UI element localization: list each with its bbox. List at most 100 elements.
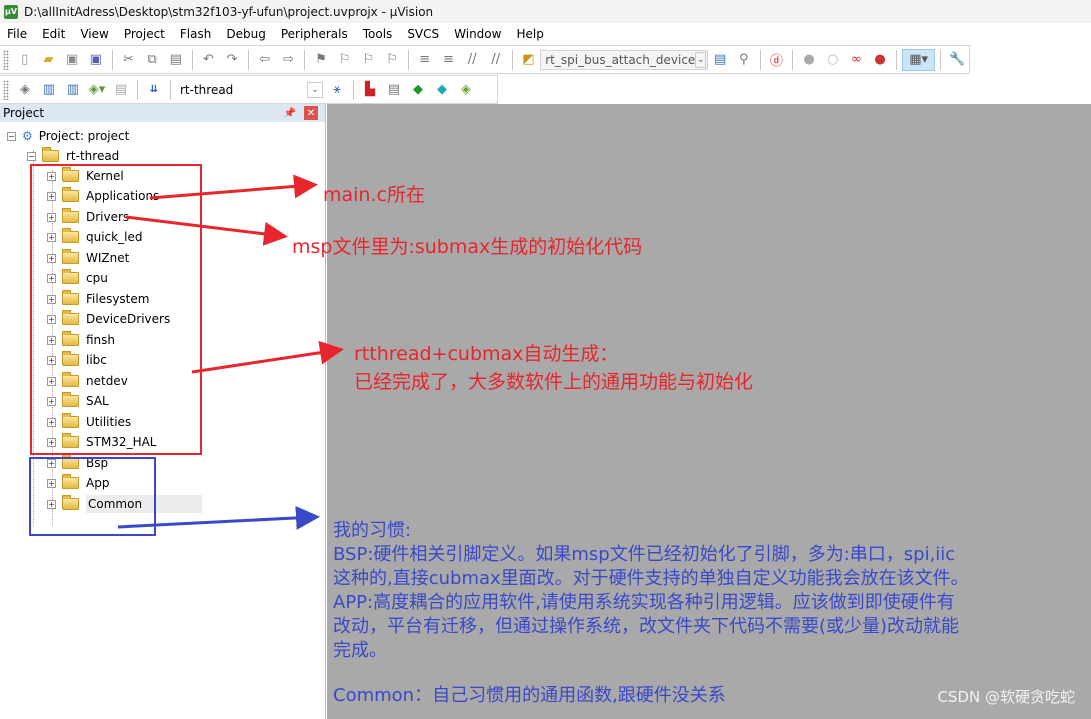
target-options-icon[interactable]: ⚹ bbox=[326, 79, 348, 101]
expand-icon[interactable]: + bbox=[47, 171, 56, 181]
disable-breakpoint-icon[interactable]: ○ bbox=[822, 49, 844, 71]
expand-icon[interactable]: + bbox=[47, 355, 56, 365]
expand-icon[interactable]: + bbox=[47, 499, 56, 509]
save-all-icon[interactable]: ▣ bbox=[85, 49, 107, 71]
menu-file[interactable]: File bbox=[0, 27, 35, 41]
configure-wrench-icon[interactable]: 🔧 bbox=[946, 49, 968, 71]
tree-group-sal[interactable]: + SAL bbox=[47, 391, 109, 411]
chevron-down-icon[interactable]: ⌄ bbox=[307, 81, 323, 98]
tree-group-filesystem[interactable]: + Filesystem bbox=[47, 289, 149, 309]
menu-peripherals[interactable]: Peripherals bbox=[274, 27, 356, 41]
menu-window[interactable]: Window bbox=[447, 27, 509, 41]
save-icon[interactable]: ▣ bbox=[61, 49, 83, 71]
find-icon[interactable]: ▤ bbox=[709, 49, 731, 71]
tree-target[interactable]: − rt-thread bbox=[27, 146, 119, 166]
tree-root[interactable]: − ⚙ Project: project bbox=[7, 126, 129, 146]
expand-icon[interactable]: + bbox=[47, 253, 56, 263]
tree-group-utilities[interactable]: + Utilities bbox=[47, 412, 131, 432]
tree-group-app[interactable]: + App bbox=[47, 473, 109, 493]
comment-icon[interactable]: // bbox=[461, 49, 483, 71]
target-select[interactable]: rt-thread ⌄ bbox=[175, 79, 325, 100]
expand-icon[interactable]: + bbox=[47, 478, 56, 488]
toolbar-grip[interactable] bbox=[3, 79, 9, 100]
debug-session-icon[interactable]: ⓓ bbox=[766, 49, 788, 71]
nav-forward-icon[interactable]: ⇨ bbox=[278, 49, 300, 71]
expand-icon[interactable]: + bbox=[47, 191, 56, 201]
menu-edit[interactable]: Edit bbox=[35, 27, 73, 41]
find-combo[interactable]: rt_spi_bus_attach_device ⌄ bbox=[540, 49, 709, 70]
menu-flash[interactable]: Flash bbox=[173, 27, 219, 41]
download-load-icon[interactable]: ⇊ bbox=[143, 79, 165, 101]
next-bookmark-icon[interactable]: ⚐ bbox=[358, 49, 380, 71]
prev-bookmark-icon[interactable]: ⚐ bbox=[334, 49, 356, 71]
unindent-icon[interactable]: ≡ bbox=[438, 49, 460, 71]
tree-group-kernel[interactable]: + Kernel bbox=[47, 166, 124, 186]
toolbar-grip[interactable] bbox=[3, 49, 9, 70]
software-packs-icon[interactable]: ◈ bbox=[455, 79, 477, 101]
open-folder-icon[interactable]: ▰ bbox=[38, 49, 60, 71]
stop-build-icon[interactable]: ▤ bbox=[110, 79, 132, 101]
paste-icon[interactable]: ▤ bbox=[165, 49, 187, 71]
undo-icon[interactable]: ↶ bbox=[198, 49, 220, 71]
tree-group-quick-led[interactable]: + quick_led bbox=[47, 227, 142, 247]
incremental-find-icon[interactable]: ⚲ bbox=[733, 49, 755, 71]
redo-icon[interactable]: ↷ bbox=[221, 49, 243, 71]
cut-icon[interactable]: ✂ bbox=[118, 49, 140, 71]
tree-group-common[interactable]: + Common bbox=[47, 494, 323, 514]
uncomment-icon[interactable]: // bbox=[485, 49, 507, 71]
folder-icon bbox=[62, 351, 79, 366]
expand-icon[interactable]: + bbox=[47, 376, 56, 386]
tree-group-netdev[interactable]: + netdev bbox=[47, 371, 128, 391]
nav-back-icon[interactable]: ⇦ bbox=[254, 49, 276, 71]
collapse-icon[interactable]: − bbox=[7, 131, 16, 141]
new-file-icon[interactable]: ▯ bbox=[14, 49, 36, 71]
manage-project-items-icon[interactable]: ▙ bbox=[359, 79, 381, 101]
tree-group-libc[interactable]: + libc bbox=[47, 350, 107, 370]
tree-group-cpu[interactable]: + cpu bbox=[47, 268, 108, 288]
expand-icon[interactable]: + bbox=[47, 437, 56, 447]
tree-group-finsh[interactable]: + finsh bbox=[47, 330, 115, 350]
expand-icon[interactable]: + bbox=[47, 212, 56, 222]
expand-icon[interactable]: + bbox=[47, 417, 56, 427]
pack-installer-icon[interactable]: ◆ bbox=[431, 79, 453, 101]
translate-icon[interactable]: ◈ bbox=[14, 79, 36, 101]
kill-all-breakpoints-icon[interactable]: ● bbox=[869, 49, 891, 71]
menu-help[interactable]: Help bbox=[509, 27, 551, 41]
menu-svcs[interactable]: SVCS bbox=[400, 27, 447, 41]
tree-group-wiznet[interactable]: + WIZnet bbox=[47, 248, 129, 268]
expand-icon[interactable]: + bbox=[47, 458, 56, 468]
menu-tools[interactable]: Tools bbox=[356, 27, 401, 41]
window-layout-icon[interactable]: ▦▾ bbox=[901, 48, 936, 71]
indent-icon[interactable]: ≡ bbox=[414, 49, 436, 71]
menu-view[interactable]: View bbox=[73, 27, 116, 41]
tree-group-devicedrivers[interactable]: + DeviceDrivers bbox=[47, 309, 170, 329]
clear-bookmarks-icon[interactable]: ⚐ bbox=[381, 49, 403, 71]
rebuild-icon[interactable]: ▥ bbox=[62, 79, 84, 101]
select-packs-icon[interactable]: ▤ bbox=[383, 79, 405, 101]
tree-group-applications[interactable]: + Applications bbox=[47, 186, 159, 206]
chevron-down-icon[interactable]: ⌄ bbox=[695, 51, 707, 68]
menu-debug[interactable]: Debug bbox=[219, 27, 273, 41]
tree-group-drivers[interactable]: + Drivers bbox=[47, 207, 129, 227]
bookmark-icon[interactable]: ⚑ bbox=[310, 49, 332, 71]
disable-all-breakpoints-icon[interactable]: ∞ bbox=[846, 49, 868, 71]
expand-icon[interactable]: + bbox=[47, 273, 56, 283]
expand-icon[interactable]: + bbox=[47, 314, 56, 324]
menu-project[interactable]: Project bbox=[117, 27, 173, 41]
find-in-files-icon[interactable]: ◩ bbox=[518, 49, 540, 71]
collapse-icon[interactable]: − bbox=[27, 151, 36, 161]
manage-rte-icon[interactable]: ◆ bbox=[407, 79, 429, 101]
close-icon[interactable]: ✕ bbox=[304, 106, 318, 120]
pin-icon[interactable]: 📌 bbox=[284, 108, 296, 119]
tree-group-stm32-hal[interactable]: + STM32_HAL bbox=[47, 432, 157, 452]
copy-icon[interactable]: ⧉ bbox=[141, 49, 163, 71]
expand-icon[interactable]: + bbox=[47, 232, 56, 242]
expand-icon[interactable]: + bbox=[47, 335, 56, 345]
expand-icon[interactable]: + bbox=[47, 294, 56, 304]
tree-group-bsp[interactable]: + Bsp bbox=[47, 453, 108, 473]
expand-icon[interactable]: + bbox=[47, 396, 56, 406]
build-icon[interactable]: ▥ bbox=[38, 79, 60, 101]
batch-build-icon[interactable]: ◈▾ bbox=[86, 79, 108, 101]
annotation-habits-bsp-1: BSP:硬件相关引脚定义。如果msp文件已经初始化了引脚，多为:串口，spi,i… bbox=[333, 544, 956, 565]
breakpoint-icon[interactable]: ● bbox=[798, 49, 820, 71]
